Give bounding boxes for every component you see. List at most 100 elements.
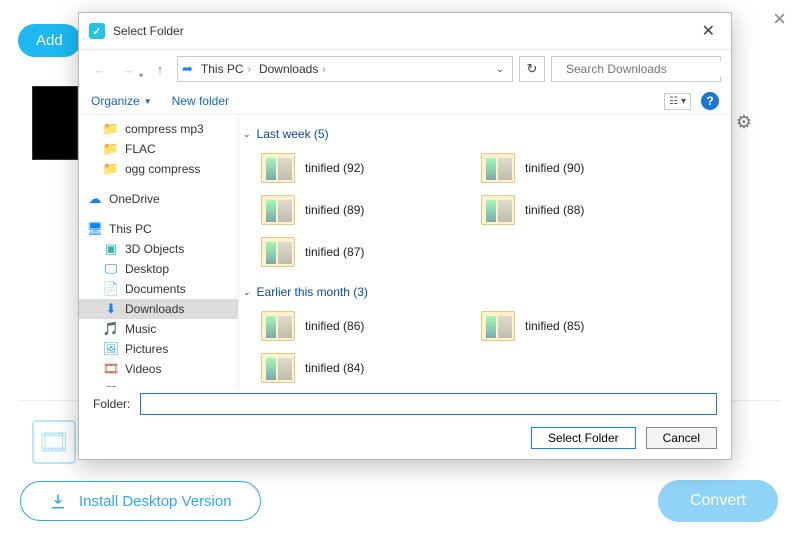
convert-button[interactable]: Convert <box>658 480 778 522</box>
install-desktop-button[interactable]: Install Desktop Version <box>20 481 261 521</box>
breadcrumb[interactable]: Downloads› <box>257 62 328 76</box>
cancel-button[interactable]: Cancel <box>646 427 717 449</box>
folder-item[interactable]: tinified (88) <box>477 191 677 229</box>
download-icon <box>49 492 67 510</box>
doc-icon: 📄 <box>103 281 119 297</box>
install-desktop-label: Install Desktop Version <box>79 493 232 510</box>
3d-icon: ▣ <box>103 241 119 257</box>
add-button[interactable]: Add <box>18 24 81 57</box>
music-icon: 🎵 <box>103 321 119 337</box>
down-arrow-icon: ➦ <box>182 61 193 77</box>
tree-item[interactable]: 🎵 Music <box>79 319 238 339</box>
new-folder-button[interactable]: New folder <box>172 94 229 108</box>
folder-item[interactable]: tinified (90) <box>477 149 677 187</box>
tree-item[interactable]: 🖥 This PC <box>79 219 238 239</box>
chevron-down-icon: ⌄ <box>243 287 251 298</box>
folder-icon <box>261 153 295 183</box>
folder-icon <box>261 237 295 267</box>
address-expand-icon[interactable]: ⌄ <box>492 64 508 75</box>
tree-item-label: FLAC <box>125 142 156 156</box>
pc-icon: 🖥 <box>87 221 103 237</box>
folder-label: tinified (85) <box>525 319 584 333</box>
vid-icon: 🎞 <box>103 361 119 377</box>
tree-item[interactable]: ⬇ Downloads <box>79 299 238 319</box>
tree-item-label: Desktop <box>125 262 169 276</box>
tree-item-label: OneDrive <box>109 192 160 206</box>
folder-label: tinified (84) <box>305 361 364 375</box>
history-chevron-icon[interactable]: ▾ <box>139 71 143 80</box>
folder-icon <box>261 353 295 383</box>
folder-item[interactable]: tinified (92) <box>257 149 457 187</box>
folder-icon <box>261 311 295 341</box>
nav-tree: 📁 compress mp3 📁 FLAC 📁 ogg compress ☁ OneDrive… <box>79 115 239 387</box>
nav-back-icon[interactable]: ← <box>89 58 111 80</box>
tree-item[interactable]: ▣ 3D Objects <box>79 239 238 259</box>
tree-item-label: Pictures <box>125 342 168 356</box>
close-icon[interactable]: ✕ <box>696 19 721 43</box>
address-bar[interactable]: ➦ This PC› Downloads› ⌄ <box>177 56 513 82</box>
video-thumb <box>32 86 78 160</box>
view-options[interactable]: ☷ ▾ <box>664 93 691 110</box>
folder-icon <box>481 153 515 183</box>
nav-fwd-icon[interactable]: → <box>117 58 139 80</box>
folder-icon <box>261 195 295 225</box>
folder-label: tinified (86) <box>305 319 364 333</box>
folder-item[interactable]: tinified (84) <box>257 349 457 387</box>
film-icon[interactable]: 🎞 <box>32 420 76 464</box>
search-input[interactable] <box>551 56 721 82</box>
folder-label: tinified (92) <box>305 161 364 175</box>
dialog-app-icon: ✓ <box>89 23 105 39</box>
folder-item[interactable]: tinified (87) <box>257 233 457 271</box>
dialog-title: Select Folder <box>113 24 688 38</box>
tree-item[interactable]: 🖼 Pictures <box>79 339 238 359</box>
folder-item[interactable]: tinified (86) <box>257 307 457 345</box>
select-folder-dialog: ✓ Select Folder ✕ ← → ▾ ↑ ➦ This PC› Dow… <box>78 12 732 460</box>
breadcrumb[interactable]: This PC› <box>199 62 253 76</box>
tree-item[interactable]: 📁 ogg compress <box>79 159 238 179</box>
tree-item[interactable]: 📁 FLAC <box>79 139 238 159</box>
help-icon[interactable]: ? <box>701 92 719 110</box>
refresh-icon[interactable]: ↻ <box>519 56 545 82</box>
pic-icon: 🖼 <box>103 341 119 357</box>
chevron-down-icon: ⌄ <box>243 129 251 140</box>
tree-item-label: ogg compress <box>125 162 200 176</box>
select-folder-button[interactable]: Select Folder <box>531 427 636 449</box>
onedrive-icon: ☁ <box>87 191 103 207</box>
desk-icon: 🖵 <box>103 261 119 277</box>
folder-item[interactable]: tinified (89) <box>257 191 457 229</box>
organize-menu[interactable]: Organize▼ <box>91 94 152 108</box>
tree-item-label: 3D Objects <box>125 242 184 256</box>
tree-item-label: This PC <box>109 222 152 236</box>
folder-name-input[interactable] <box>140 393 717 415</box>
folder-item[interactable]: tinified (85) <box>477 307 677 345</box>
tree-item-label: compress mp3 <box>125 122 204 136</box>
folder-label: tinified (90) <box>525 161 584 175</box>
tree-item[interactable]: ☁ OneDrive <box>79 189 238 209</box>
tree-item[interactable]: 🖴Local Disk (C:) <box>79 379 238 387</box>
folder-label: tinified (89) <box>305 203 364 217</box>
folder-icon: 📁 <box>103 121 119 137</box>
group-header[interactable]: ⌄ Last week (5) <box>239 121 721 147</box>
folder-icon <box>481 311 515 341</box>
tree-item[interactable]: 📁 compress mp3 <box>79 119 238 139</box>
folder-icon <box>481 195 515 225</box>
group-title: Last week (5) <box>257 127 329 141</box>
app-close-icon[interactable]: × <box>773 6 786 32</box>
tree-item-label: Documents <box>125 282 186 296</box>
folder-label: tinified (88) <box>525 203 584 217</box>
search-field[interactable] <box>564 61 723 77</box>
tree-item[interactable]: 🎞Videos <box>79 359 238 379</box>
tree-item-label: Music <box>125 322 156 336</box>
tree-item[interactable]: 🖵 Desktop <box>79 259 238 279</box>
folder-icon: 📁 <box>103 161 119 177</box>
folder-icon: 📁 <box>103 141 119 157</box>
folder-label: tinified (87) <box>305 245 364 259</box>
folder-content: ⌄ Last week (5) tinified (92) tinified (90)… <box>239 115 731 387</box>
down-icon: ⬇ <box>103 301 119 317</box>
tree-item-label: Downloads <box>125 302 184 316</box>
tree-item[interactable]: 📄 Documents <box>79 279 238 299</box>
settings-gear-icon[interactable]: ⚙ <box>736 112 752 133</box>
nav-up-icon[interactable]: ↑ <box>149 58 171 80</box>
folder-label: Folder: <box>93 397 130 411</box>
group-header[interactable]: ⌄Earlier this month (3) <box>239 279 721 305</box>
